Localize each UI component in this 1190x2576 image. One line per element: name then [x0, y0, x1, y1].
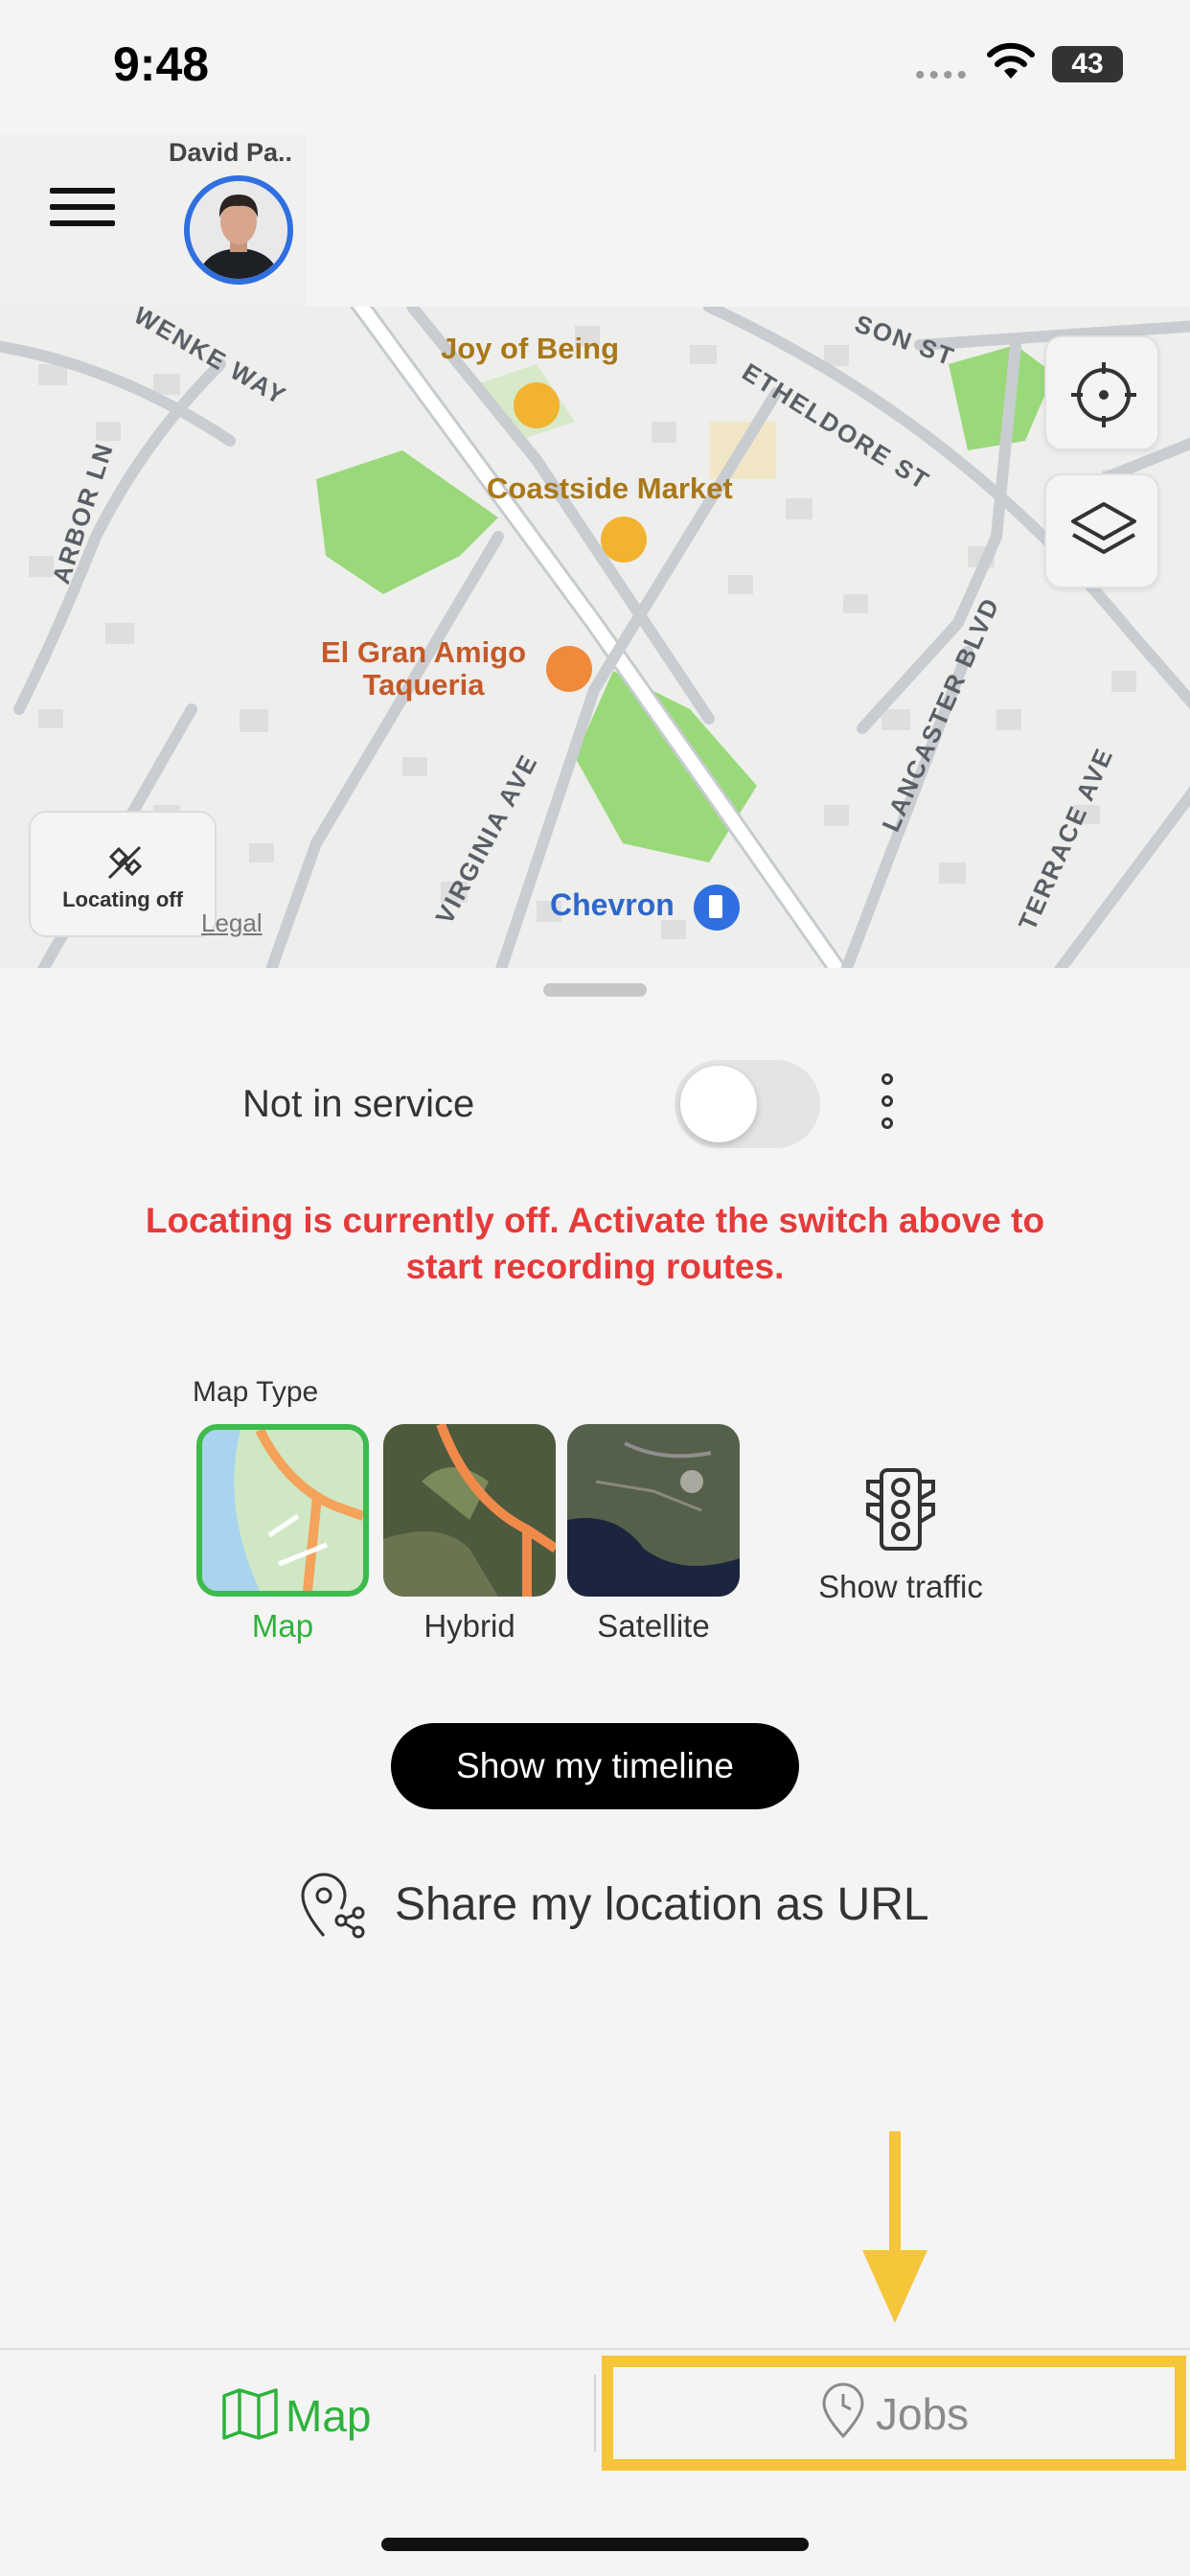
more-options-button[interactable]: [874, 1073, 901, 1137]
tab-map-label: Map: [286, 2391, 372, 2441]
legal-link[interactable]: Legal: [201, 908, 263, 938]
wifi-icon: [987, 42, 1035, 79]
map-type-map[interactable]: Map: [196, 1424, 369, 1644]
map-type-satellite[interactable]: Satellite: [567, 1424, 740, 1644]
status-bar: 9:48 •••• 43: [0, 0, 1190, 134]
share-location-button[interactable]: Share my location as URL: [295, 1869, 929, 1942]
poi-el-gran-amigo-line2: Taqueria: [362, 668, 485, 702]
show-traffic-button[interactable]: Show traffic: [805, 1466, 996, 1605]
map-type-label: Map: [251, 1608, 314, 1644]
layers-button[interactable]: [1044, 473, 1159, 588]
layers-icon: [1071, 502, 1136, 554]
signal-icon: ••••: [915, 59, 972, 91]
highlight-box: [602, 2356, 1186, 2471]
map-type-title: Map Type: [193, 1376, 319, 1408]
more-dots-icon: [881, 1073, 893, 1085]
locating-warning: Locating is currently off. Activate the …: [145, 1201, 1045, 1286]
poi-el-gran-amigo[interactable]: El Gran Amigo Taqueria: [309, 636, 538, 702]
locating-status[interactable]: Locating off: [29, 811, 217, 937]
map-type-hybrid[interactable]: Hybrid: [383, 1424, 556, 1644]
locating-label: Locating off: [62, 887, 183, 911]
poi-chevron[interactable]: Chevron: [550, 887, 675, 923]
traffic-light-icon: [866, 1468, 935, 1551]
show-traffic-label: Show traffic: [818, 1569, 983, 1604]
toggle-knob: [680, 1066, 757, 1142]
satellite-thumbnail: [567, 1424, 740, 1597]
service-toggle[interactable]: [675, 1060, 820, 1148]
hamburger-icon: [50, 188, 115, 194]
show-timeline-button[interactable]: Show my timeline: [391, 1723, 799, 1809]
sheet-grabber[interactable]: [543, 983, 647, 997]
share-location-label: Share my location as URL: [395, 1879, 929, 1930]
avatar-photo: [190, 181, 287, 279]
home-indicator: [381, 2538, 809, 2551]
poi-coastside-market[interactable]: Coastside Market: [487, 472, 733, 506]
location-share-icon: [301, 1873, 365, 1939]
satellite-off-icon: [107, 845, 143, 880]
status-time: 9:48: [113, 37, 210, 91]
service-status-label: Not in service: [242, 1083, 475, 1125]
user-name: David Pa..: [169, 138, 293, 167]
poi-joy-of-being[interactable]: Joy of Being: [441, 332, 619, 366]
highlight-arrow: [862, 2131, 927, 2323]
hybrid-label: Hybrid: [423, 1608, 515, 1644]
menu-button[interactable]: [50, 188, 115, 234]
map-thumbnail: [196, 1424, 369, 1597]
crosshair-icon: [1071, 362, 1136, 427]
poi-el-gran-amigo-line1: El Gran Amigo: [320, 635, 527, 669]
tab-map[interactable]: Map: [220, 2386, 371, 2444]
hybrid-thumbnail: [383, 1424, 556, 1597]
tab-divider: [594, 2375, 596, 2451]
recenter-button[interactable]: [1044, 335, 1159, 450]
map-icon: [222, 2388, 278, 2440]
satellite-label: Satellite: [597, 1608, 710, 1644]
avatar[interactable]: [184, 175, 293, 285]
battery-indicator: 43: [1052, 46, 1123, 82]
